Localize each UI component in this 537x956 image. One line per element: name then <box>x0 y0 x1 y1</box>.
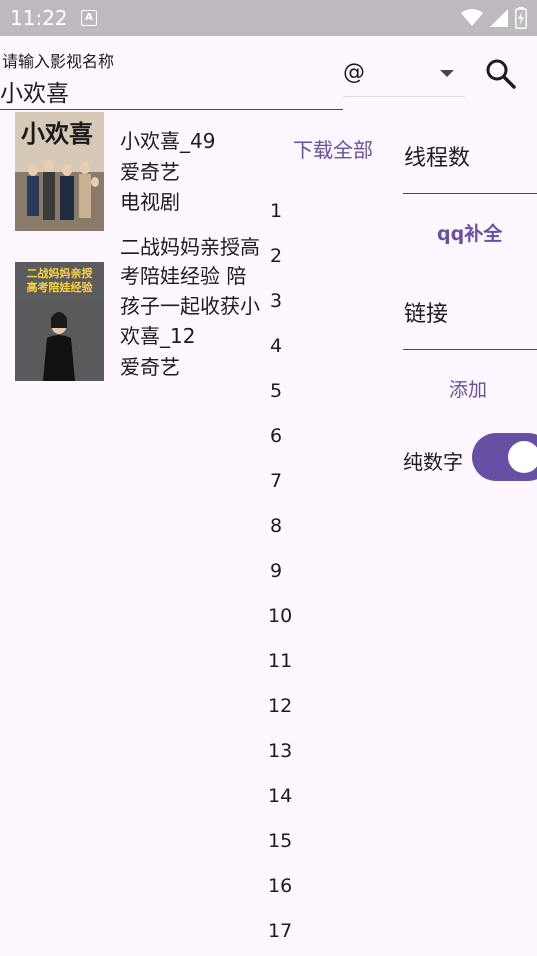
episode-number[interactable]: 6 <box>270 425 282 447</box>
result-poster: 二战妈妈亲授 高考陪娃经验 <box>15 262 104 381</box>
search-icon <box>486 59 516 89</box>
episode-number[interactable]: 7 <box>270 470 282 492</box>
result-title-line: 孩子一起收获小 <box>120 294 260 318</box>
episode-number[interactable]: 10 <box>268 605 292 627</box>
status-icons <box>461 6 527 30</box>
episode-number[interactable]: 4 <box>270 335 282 357</box>
search-field[interactable]: 请输入影视名称 小欢喜 <box>0 36 343 110</box>
result-item[interactable]: 二战妈妈亲授 高考陪娃经验 二战妈妈亲授高 考陪娃经验 陪 孩子一起收获小 欢喜… <box>0 232 270 382</box>
at-dropdown[interactable]: @ <box>343 58 465 98</box>
numeric-only-label: 纯数字 <box>403 450 463 474</box>
wifi-icon <box>461 9 483 26</box>
notification-icon: A <box>81 10 97 26</box>
at-dropdown-underline <box>343 96 465 97</box>
result-source: 爱奇艺 <box>120 160 180 184</box>
result-title-line: 考陪娃经验 陪 <box>120 264 247 288</box>
result-source: 爱奇艺 <box>120 355 180 379</box>
episode-number[interactable]: 9 <box>270 560 282 582</box>
search-underline <box>0 109 343 110</box>
add-button[interactable]: 添加 <box>449 375 487 402</box>
at-dropdown-value: @ <box>343 60 365 85</box>
episode-number[interactable]: 8 <box>270 515 282 537</box>
poster-title: 二战 <box>26 267 49 280</box>
signal-icon <box>490 9 508 27</box>
poster-title: 小欢喜 <box>21 119 93 148</box>
switch-thumb[interactable] <box>508 441 537 473</box>
result-title: 小欢喜_49 <box>120 129 216 153</box>
thread-count-hint: 线程数 <box>404 146 471 171</box>
thread-count-input[interactable]: 线程数 <box>403 134 537 194</box>
episode-number[interactable]: 11 <box>268 650 292 672</box>
search-hint: 请输入影视名称 <box>2 52 115 71</box>
search-button[interactable] <box>483 56 519 92</box>
episode-number[interactable]: 15 <box>268 830 292 852</box>
result-category: 电视剧 <box>120 190 180 214</box>
link-underline <box>403 349 537 350</box>
status-bar: 11:22 A <box>0 0 537 36</box>
qq-complete-button[interactable]: qq补全 <box>437 219 502 246</box>
poster-title: 妈妈亲授 <box>48 267 93 280</box>
result-poster: 小欢喜 <box>15 112 104 231</box>
poster-subtitle: 高考陪娃经验 <box>26 281 93 294</box>
download-all-button[interactable]: 下载全部 <box>293 134 373 163</box>
status-time: 11:22 <box>10 6 68 30</box>
episode-number[interactable]: 5 <box>270 380 282 402</box>
episode-number[interactable]: 13 <box>268 740 292 762</box>
link-hint: 链接 <box>404 302 449 327</box>
episode-number[interactable]: 2 <box>270 245 282 267</box>
result-item[interactable]: 小欢喜 小欢喜_49 爱奇艺 电视剧 <box>0 112 270 232</box>
episode-number[interactable]: 1 <box>270 200 282 222</box>
dropdown-arrow-icon <box>440 70 454 77</box>
battery-icon <box>515 7 527 29</box>
link-input[interactable]: 链接 <box>403 290 537 350</box>
result-title-line: 欢喜_12 <box>120 324 196 348</box>
episode-number[interactable]: 17 <box>268 920 292 942</box>
search-input[interactable]: 小欢喜 <box>0 74 69 108</box>
episode-number[interactable]: 14 <box>268 785 292 807</box>
episode-number[interactable]: 3 <box>270 290 282 312</box>
result-title-line: 二战妈妈亲授高 <box>120 235 260 259</box>
episode-number[interactable]: 12 <box>268 695 292 717</box>
thread-count-underline <box>403 193 537 194</box>
episode-number[interactable]: 16 <box>268 875 292 897</box>
